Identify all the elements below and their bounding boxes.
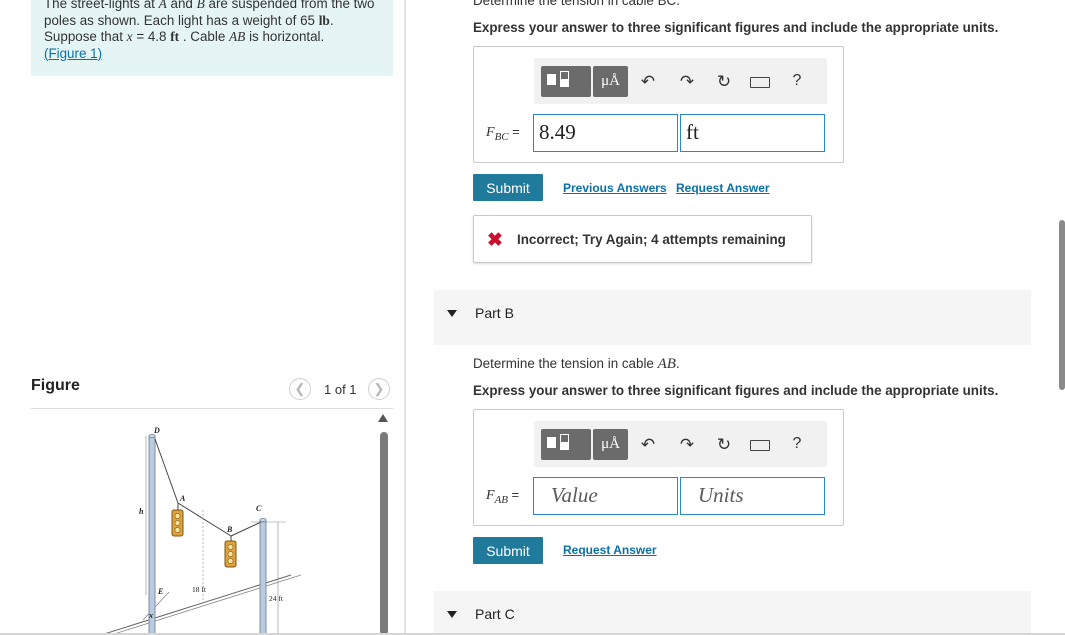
units-symbols-button[interactable]: μÅ bbox=[593, 66, 628, 97]
part-b-prompt-var: AB bbox=[657, 356, 676, 372]
part-a-var-sub: BC bbox=[494, 130, 509, 143]
label-d: D bbox=[153, 426, 160, 435]
figure-link[interactable]: (Figure 1) bbox=[44, 46, 102, 61]
point-b-label: B bbox=[196, 0, 205, 11]
figure-divider bbox=[31, 408, 393, 409]
part-c-title: Part C bbox=[475, 606, 515, 622]
undo-icon[interactable]: ↶ bbox=[638, 435, 658, 455]
figure-scrollbar[interactable] bbox=[380, 432, 388, 635]
page-scrollbar[interactable] bbox=[1059, 220, 1065, 390]
part-b-request-answer-link[interactable]: Request Answer bbox=[563, 543, 657, 557]
part-a-submit-button[interactable]: Submit bbox=[473, 174, 543, 201]
units-symbols-button[interactable]: μÅ bbox=[593, 429, 628, 460]
point-a-label: A bbox=[158, 0, 167, 11]
label-24ft: 24 ft bbox=[269, 594, 284, 603]
part-c-header[interactable] bbox=[434, 591, 1031, 635]
label-a: A bbox=[179, 494, 186, 503]
templates-button[interactable] bbox=[541, 429, 591, 460]
part-a-variable-label: FBC = bbox=[486, 124, 520, 143]
part-b-header[interactable] bbox=[434, 290, 1031, 345]
figure-next-button[interactable]: ❯ bbox=[368, 378, 390, 400]
equals-sign: = bbox=[511, 487, 520, 502]
figure-heading: Figure bbox=[31, 377, 80, 394]
part-b-title: Part B bbox=[475, 305, 514, 321]
problem-text-part: The street-lights at bbox=[44, 0, 159, 11]
part-b-value-input[interactable]: Value bbox=[533, 477, 678, 515]
cable-label: AB bbox=[229, 29, 246, 44]
part-a-prompt-text: Determine the tension in cable BC. bbox=[473, 0, 680, 8]
help-icon[interactable]: ? bbox=[787, 434, 807, 454]
collapse-arrow-icon[interactable] bbox=[447, 310, 457, 317]
undo-icon[interactable]: ↶ bbox=[638, 72, 658, 92]
part-a-var: F bbox=[486, 125, 495, 140]
chevron-left-icon: ❮ bbox=[294, 381, 306, 396]
help-icon[interactable]: ? bbox=[787, 71, 807, 91]
part-b-prompt: Determine the tension in cable AB. bbox=[473, 356, 680, 373]
feedback-message: Incorrect; Try Again; 4 attempts remaini… bbox=[517, 232, 786, 247]
label-18ft: 18 ft bbox=[192, 585, 207, 594]
part-b-prompt-end: . bbox=[675, 356, 680, 371]
redo-icon[interactable]: ↷ bbox=[677, 435, 697, 455]
figure-counter: 1 of 1 bbox=[324, 382, 357, 397]
problem-text-part: . Cable bbox=[179, 29, 229, 44]
problem-text-part: is horizontal. bbox=[245, 29, 325, 44]
templates-button[interactable] bbox=[541, 66, 591, 97]
figure-prev-button[interactable]: ❮ bbox=[289, 378, 311, 400]
part-b-var-sub: AB bbox=[494, 493, 509, 506]
figure-scroll-up-icon[interactable] bbox=[378, 414, 388, 422]
column-divider bbox=[404, 0, 406, 635]
redo-icon[interactable]: ↷ bbox=[677, 72, 697, 92]
label-e: E bbox=[157, 587, 163, 596]
label-h: h bbox=[139, 507, 144, 516]
part-a-value-input[interactable]: 8.49 bbox=[533, 114, 678, 152]
collapse-arrow-icon[interactable] bbox=[447, 611, 457, 618]
part-b-submit-button[interactable]: Submit bbox=[473, 537, 543, 564]
problem-statement: The street-lights at A and B are suspend… bbox=[44, 0, 389, 62]
weight-unit: lb bbox=[318, 12, 330, 28]
keyboard-icon[interactable] bbox=[750, 77, 770, 88]
problem-text-part: = 4.8 bbox=[132, 29, 171, 44]
part-a-instruction: Express your answer to three significant… bbox=[473, 20, 999, 35]
equals-sign: = bbox=[512, 124, 520, 139]
chevron-right-icon: ❯ bbox=[373, 381, 385, 396]
part-b-units-input[interactable]: Units bbox=[680, 477, 825, 515]
street-light-figure: D A C B E h x 18 ft 24 ft bbox=[100, 426, 302, 635]
part-b-variable-label: FAB = bbox=[486, 487, 519, 506]
previous-answers-link[interactable]: Previous Answers bbox=[563, 181, 667, 195]
x-unit: ft bbox=[170, 29, 180, 44]
reset-icon[interactable]: ↻ bbox=[714, 72, 734, 92]
label-x: x bbox=[148, 611, 153, 620]
label-c: C bbox=[256, 504, 262, 513]
keyboard-icon[interactable] bbox=[750, 440, 770, 451]
part-a-units-input[interactable]: ft bbox=[680, 114, 825, 152]
label-b: B bbox=[226, 525, 233, 534]
part-b-instruction: Express your answer to three significant… bbox=[473, 383, 999, 398]
incorrect-x-icon: ✖ bbox=[487, 230, 503, 251]
reset-icon[interactable]: ↻ bbox=[714, 435, 734, 455]
problem-text-part: and bbox=[166, 0, 197, 11]
part-b-prompt-text: Determine the tension in cable bbox=[473, 356, 658, 371]
part-b-var: F bbox=[486, 488, 495, 503]
part-a-request-answer-link[interactable]: Request Answer bbox=[676, 181, 770, 195]
part-a-prompt: Determine the tension in cable BC. bbox=[473, 0, 680, 8]
